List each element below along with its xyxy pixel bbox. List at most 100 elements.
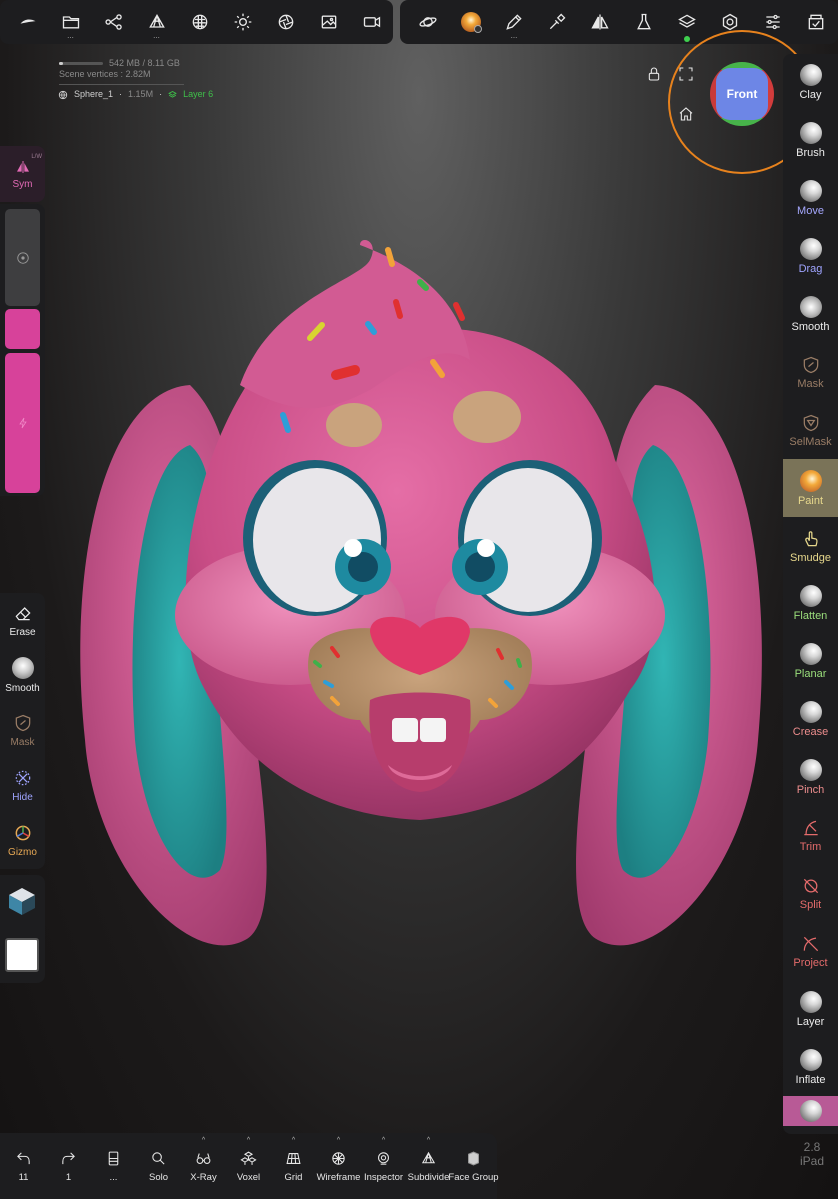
tool-smudge[interactable]: Smudge bbox=[783, 517, 838, 575]
wireframe-icon bbox=[332, 1151, 345, 1165]
view-cube-face[interactable]: Front bbox=[716, 68, 768, 120]
split-icon bbox=[803, 878, 818, 894]
tool-clay[interactable]: Clay bbox=[783, 54, 838, 112]
xray-icon bbox=[196, 1152, 211, 1164]
tool-move[interactable]: Move bbox=[783, 170, 838, 228]
hide-icon bbox=[15, 770, 30, 786]
material-panel bbox=[0, 875, 45, 983]
planet-icon[interactable] bbox=[406, 0, 449, 44]
logo-icon[interactable] bbox=[6, 0, 49, 44]
symmetry-toggle[interactable]: L/W Sym bbox=[0, 146, 45, 202]
view-cube[interactable]: Front bbox=[710, 62, 774, 126]
layer-tool-icon bbox=[799, 990, 822, 1013]
radius-slider[interactable] bbox=[5, 209, 40, 306]
tool-label: Drag bbox=[798, 263, 823, 276]
tool-flatten[interactable]: Flatten bbox=[783, 575, 838, 633]
tool-label: Project bbox=[793, 956, 828, 969]
subdivide-button[interactable]: ^ Subdivide bbox=[406, 1133, 451, 1199]
folder-icon[interactable]: ... bbox=[49, 0, 92, 44]
quick-mask[interactable]: Mask bbox=[0, 703, 45, 758]
viewport-model[interactable] bbox=[70, 220, 770, 980]
tool-inflate[interactable]: Inflate bbox=[783, 1038, 838, 1096]
top-toolbar-left: ... ... bbox=[0, 0, 393, 44]
quick-hide[interactable]: Hide bbox=[0, 758, 45, 813]
intensity-slider[interactable] bbox=[5, 353, 40, 493]
color-swatch[interactable] bbox=[5, 938, 39, 972]
topology-icon[interactable]: ... bbox=[135, 0, 178, 44]
grid-label: Grid bbox=[284, 1171, 303, 1183]
face-group-button[interactable]: Face Group bbox=[448, 1133, 499, 1199]
mesh-name: Sphere_1 bbox=[74, 89, 114, 99]
tool-label: Inflate bbox=[795, 1073, 826, 1086]
bottom-toolbar: 11 1 ... Solo ^ X-Ray ^ Voxel ^ Grid ^ W… bbox=[0, 1133, 499, 1199]
radius-fill[interactable] bbox=[5, 309, 40, 349]
redo-button[interactable]: 1 bbox=[46, 1133, 91, 1199]
symmetry-mode: L/W bbox=[31, 154, 42, 160]
undo-button[interactable]: 11 bbox=[1, 1133, 46, 1199]
quick-smooth[interactable]: Smooth bbox=[0, 648, 45, 703]
app-version: 2.8 iPad bbox=[800, 1140, 824, 1168]
tool-brush[interactable]: Brush bbox=[783, 112, 838, 170]
crease-icon bbox=[799, 701, 822, 724]
version-number: 2.8 bbox=[803, 1140, 821, 1154]
tool-label: Erase bbox=[9, 627, 36, 638]
tool-split[interactable]: Split bbox=[783, 864, 838, 922]
symmetry-icon[interactable] bbox=[579, 0, 622, 44]
smooth-icon bbox=[799, 296, 822, 318]
symmetry-label: Sym bbox=[12, 178, 33, 190]
pen-icon[interactable]: ... bbox=[492, 0, 535, 44]
tool-label: Smooth bbox=[5, 683, 40, 694]
camera-shutter-icon[interactable] bbox=[264, 0, 307, 44]
quick-erase[interactable]: Erase bbox=[0, 593, 45, 648]
inspector-button[interactable]: ^ Inspector bbox=[361, 1133, 406, 1199]
flatten-icon bbox=[799, 585, 822, 608]
tool-pinch[interactable]: Pinch bbox=[783, 749, 838, 807]
planar-icon bbox=[799, 643, 822, 666]
quick-gizmo[interactable]: Gizmo bbox=[0, 813, 45, 868]
undo-icon bbox=[17, 1151, 30, 1164]
video-icon[interactable] bbox=[350, 0, 393, 44]
grid-button[interactable]: ^ Grid bbox=[271, 1133, 316, 1199]
tool-layer[interactable]: Layer bbox=[783, 980, 838, 1038]
material-sphere-icon[interactable] bbox=[178, 0, 221, 44]
more-tool-icon bbox=[799, 1100, 822, 1123]
scene-stats: 542 MB / 8.11 GB Scene vertices : 2.82M … bbox=[58, 58, 213, 100]
lock-icon[interactable] bbox=[646, 66, 662, 87]
tool-more[interactable] bbox=[783, 1096, 838, 1127]
inflate-icon bbox=[799, 1048, 822, 1071]
inspector-icon bbox=[378, 1151, 389, 1165]
voxel-button[interactable]: ^ Voxel bbox=[226, 1133, 271, 1199]
layers-icon[interactable] bbox=[665, 0, 708, 44]
undo-count: 11 bbox=[18, 1171, 29, 1183]
tool-smooth[interactable]: Smooth bbox=[783, 286, 838, 344]
tool-trim[interactable]: Trim bbox=[783, 807, 838, 865]
tool-label: Mask bbox=[10, 737, 35, 748]
voxel-label: Voxel bbox=[236, 1171, 261, 1183]
matcap-cube-icon[interactable] bbox=[6, 885, 38, 917]
flask-icon[interactable] bbox=[622, 0, 665, 44]
history-button[interactable]: ... bbox=[91, 1133, 136, 1199]
tool-planar[interactable]: Planar bbox=[783, 633, 838, 691]
tool-drag[interactable]: Drag bbox=[783, 228, 838, 286]
tool-project[interactable]: Project bbox=[783, 922, 838, 980]
caret-up-icon: ^ bbox=[201, 1137, 206, 1144]
tool-selmask[interactable]: SelMask bbox=[783, 401, 838, 459]
solo-button[interactable]: Solo bbox=[136, 1133, 181, 1199]
brush-icon bbox=[799, 122, 822, 145]
selmask-icon bbox=[803, 414, 818, 431]
image-icon[interactable] bbox=[307, 0, 350, 44]
tool-crease[interactable]: Crease bbox=[783, 691, 838, 749]
freckle-spot bbox=[326, 403, 382, 447]
wireframe-button[interactable]: ^ Wireframe bbox=[316, 1133, 361, 1199]
active-mesh-info[interactable]: Sphere_1 · 1.15M · Layer 6 bbox=[58, 89, 213, 100]
paint-material-icon[interactable] bbox=[449, 0, 492, 44]
gallery-icon[interactable] bbox=[795, 0, 838, 44]
light-icon[interactable] bbox=[221, 0, 264, 44]
tool-paint[interactable]: Paint bbox=[783, 459, 838, 518]
xray-button[interactable]: ^ X-Ray bbox=[181, 1133, 226, 1199]
tool-mask[interactable]: Mask bbox=[783, 343, 838, 401]
scene-graph-icon[interactable] bbox=[92, 0, 135, 44]
tool-label: SelMask bbox=[789, 435, 832, 448]
quick-tools-panel: Erase Smooth Mask Hide Gizmo bbox=[0, 593, 45, 869]
picker-icon[interactable] bbox=[536, 0, 579, 44]
